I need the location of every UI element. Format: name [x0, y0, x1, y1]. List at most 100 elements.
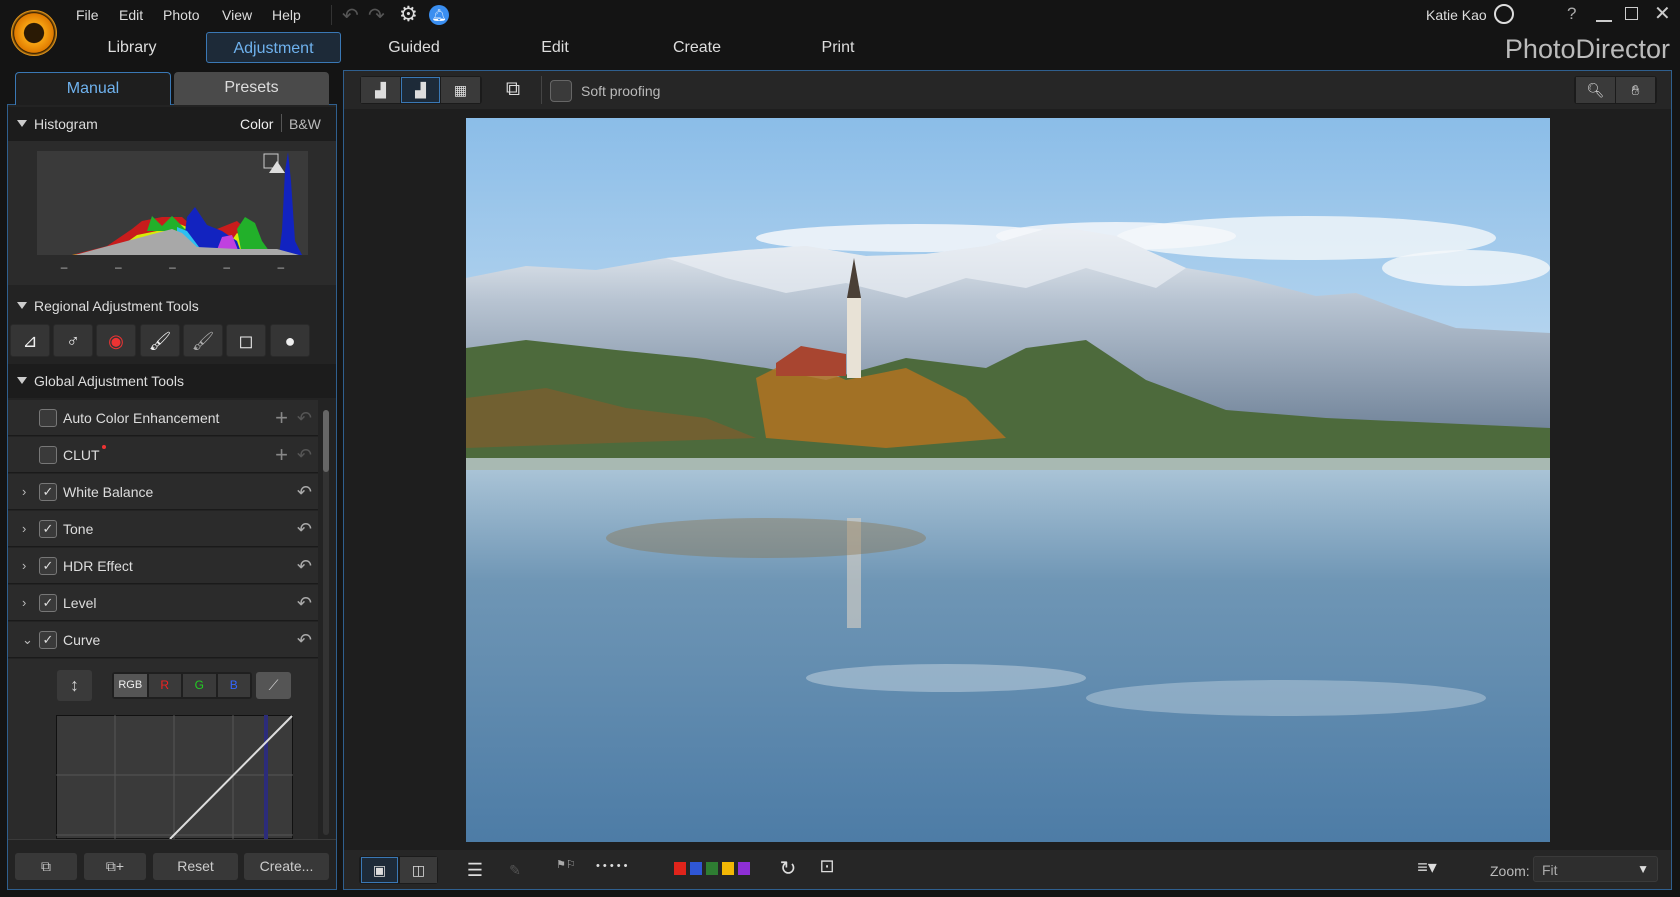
reset-icon[interactable]: ↶: [297, 511, 312, 547]
red-eye-tool-icon[interactable]: ◉: [96, 324, 136, 357]
hand-pan-icon[interactable]: ✋︎: [1616, 77, 1655, 103]
menu-file[interactable]: File: [76, 7, 99, 23]
radial-filter-icon[interactable]: ●: [270, 324, 310, 357]
histogram-color-toggle[interactable]: Color: [240, 116, 273, 132]
user-name[interactable]: Katie Kao: [1426, 7, 1487, 23]
channel-red[interactable]: R: [148, 674, 181, 697]
regional-tools-header[interactable]: Regional Adjustment Tools: [8, 289, 336, 323]
minimize-button[interactable]: [1596, 20, 1612, 22]
side-by-side-icon[interactable]: ◫: [400, 857, 437, 883]
global-item-auto-color[interactable]: Auto Color Enhancement + ↶: [8, 400, 318, 436]
app-title: PhotoDirector: [1504, 34, 1670, 64]
menu-help[interactable]: Help: [272, 7, 301, 23]
sort-menu-icon[interactable]: ≡▾: [1410, 857, 1444, 878]
module-tab-print[interactable]: Print: [773, 32, 903, 63]
menu-view[interactable]: View: [222, 7, 252, 23]
curve-mode-icon[interactable]: ⟋: [256, 672, 291, 699]
color-labels[interactable]: [674, 862, 750, 875]
photo-preview[interactable]: [466, 118, 1550, 842]
module-tab-create[interactable]: Create: [632, 32, 762, 63]
help-button[interactable]: ?: [1567, 4, 1576, 24]
color-label-blue[interactable]: [690, 862, 702, 875]
global-item-clut[interactable]: CLUT + ↶: [8, 437, 318, 473]
soft-proofing-checkbox[interactable]: [550, 80, 572, 102]
module-tab-guided[interactable]: Guided: [349, 32, 479, 63]
filmstrip-view-icon[interactable]: ▟: [361, 77, 400, 103]
menu-photo[interactable]: Photo: [163, 7, 200, 23]
reset-icon[interactable]: ↶: [297, 585, 312, 621]
notification-bell-icon[interactable]: 🔔︎: [429, 5, 449, 25]
zoom-select[interactable]: Fit ▼: [1533, 856, 1658, 882]
crop-warning-icon[interactable]: ⊡: [813, 856, 841, 877]
global-item-tone[interactable]: › ✓ Tone ↶: [8, 511, 318, 547]
collapse-chevron-icon[interactable]: ⌄: [22, 622, 33, 658]
module-tab-edit[interactable]: Edit: [490, 32, 620, 63]
crop-tool-icon[interactable]: ⊿: [10, 324, 50, 357]
redo-icon[interactable]: ↷: [368, 3, 385, 28]
global-item-curve[interactable]: ⌄ ✓ Curve ↶: [8, 622, 318, 658]
curve-graph[interactable]: [56, 715, 293, 839]
grid-view-icon[interactable]: ▦: [441, 77, 480, 103]
single-compare-icon[interactable]: ▣: [361, 857, 398, 883]
histogram-header[interactable]: Histogram: [8, 107, 336, 141]
checkbox[interactable]: ✓: [39, 594, 57, 612]
color-label-yellow[interactable]: [722, 862, 734, 875]
copy-settings-icon[interactable]: ⧉: [15, 853, 77, 880]
module-tab-library[interactable]: Library: [67, 32, 197, 63]
checkbox[interactable]: ✓: [39, 483, 57, 501]
paste-settings-icon[interactable]: ⧉+: [84, 853, 146, 880]
reset-icon[interactable]: ↶: [297, 400, 312, 436]
magnifier-icon[interactable]: 🔍︎: [1576, 77, 1615, 103]
reset-icon[interactable]: ↶: [297, 437, 312, 473]
reset-button[interactable]: Reset: [153, 853, 238, 880]
module-tab-adjustment[interactable]: Adjustment: [206, 32, 341, 63]
close-button[interactable]: ✕: [1654, 1, 1671, 26]
expand-chevron-icon[interactable]: ›: [22, 511, 26, 547]
global-tools-header[interactable]: Global Adjustment Tools: [8, 364, 336, 398]
restore-button[interactable]: [1625, 7, 1638, 20]
global-item-hdr-effect[interactable]: › ✓ HDR Effect ↶: [8, 548, 318, 584]
channel-rgb[interactable]: RGB: [114, 674, 147, 697]
color-label-green[interactable]: [706, 862, 718, 875]
star-rating[interactable]: • • • • •: [596, 860, 627, 872]
graduated-filter-icon[interactable]: ◻: [226, 324, 266, 357]
second-display-icon[interactable]: ⧉: [498, 78, 528, 104]
checkbox[interactable]: ✓: [39, 520, 57, 538]
flag-icons[interactable]: ⚑⚐: [551, 858, 581, 884]
scrollbar-thumb[interactable]: [323, 410, 329, 472]
checkbox[interactable]: ✓: [39, 557, 57, 575]
color-label-red[interactable]: [674, 862, 686, 875]
user-avatar-icon[interactable]: [1494, 4, 1514, 24]
adjustment-brush-icon[interactable]: 🖌︎: [140, 324, 180, 357]
checkbox[interactable]: ✓: [39, 631, 57, 649]
create-preset-button[interactable]: Create...: [244, 853, 329, 880]
checkbox[interactable]: [39, 446, 57, 464]
tab-manual[interactable]: Manual: [15, 72, 171, 105]
expand-chevron-icon[interactable]: ›: [22, 548, 26, 584]
settings-gear-icon[interactable]: ⚙: [399, 2, 418, 27]
channel-blue[interactable]: B: [217, 674, 250, 697]
color-label-purple[interactable]: [738, 862, 750, 875]
spot-removal-tool-icon[interactable]: ♂: [53, 324, 93, 357]
checkbox[interactable]: [39, 409, 57, 427]
scrollbar[interactable]: [323, 410, 329, 835]
expand-chevron-icon[interactable]: ›: [22, 474, 26, 510]
stack-undo-icon[interactable]: ☰: [460, 857, 490, 883]
menu-edit[interactable]: Edit: [119, 7, 143, 23]
global-item-level[interactable]: › ✓ Level ↶: [8, 585, 318, 621]
channel-green[interactable]: G: [183, 674, 216, 697]
tab-presets[interactable]: Presets: [174, 72, 329, 105]
reset-icon[interactable]: ↶: [297, 622, 312, 658]
reset-icon[interactable]: ↶: [297, 548, 312, 584]
curve-point-move-icon[interactable]: ↕: [57, 670, 92, 701]
single-view-icon[interactable]: ▟: [401, 77, 440, 103]
undo-icon[interactable]: ↶: [342, 3, 359, 28]
rotate-icon[interactable]: ↻: [775, 856, 801, 881]
add-icon[interactable]: +: [275, 437, 288, 473]
add-icon[interactable]: +: [275, 400, 288, 436]
reset-icon[interactable]: ↶: [297, 474, 312, 510]
expand-chevron-icon[interactable]: ›: [22, 585, 26, 621]
histogram-bw-toggle[interactable]: B&W: [289, 116, 321, 132]
global-item-white-balance[interactable]: › ✓ White Balance ↶: [8, 474, 318, 510]
radial-brush-icon[interactable]: 🖌︎: [183, 324, 223, 357]
